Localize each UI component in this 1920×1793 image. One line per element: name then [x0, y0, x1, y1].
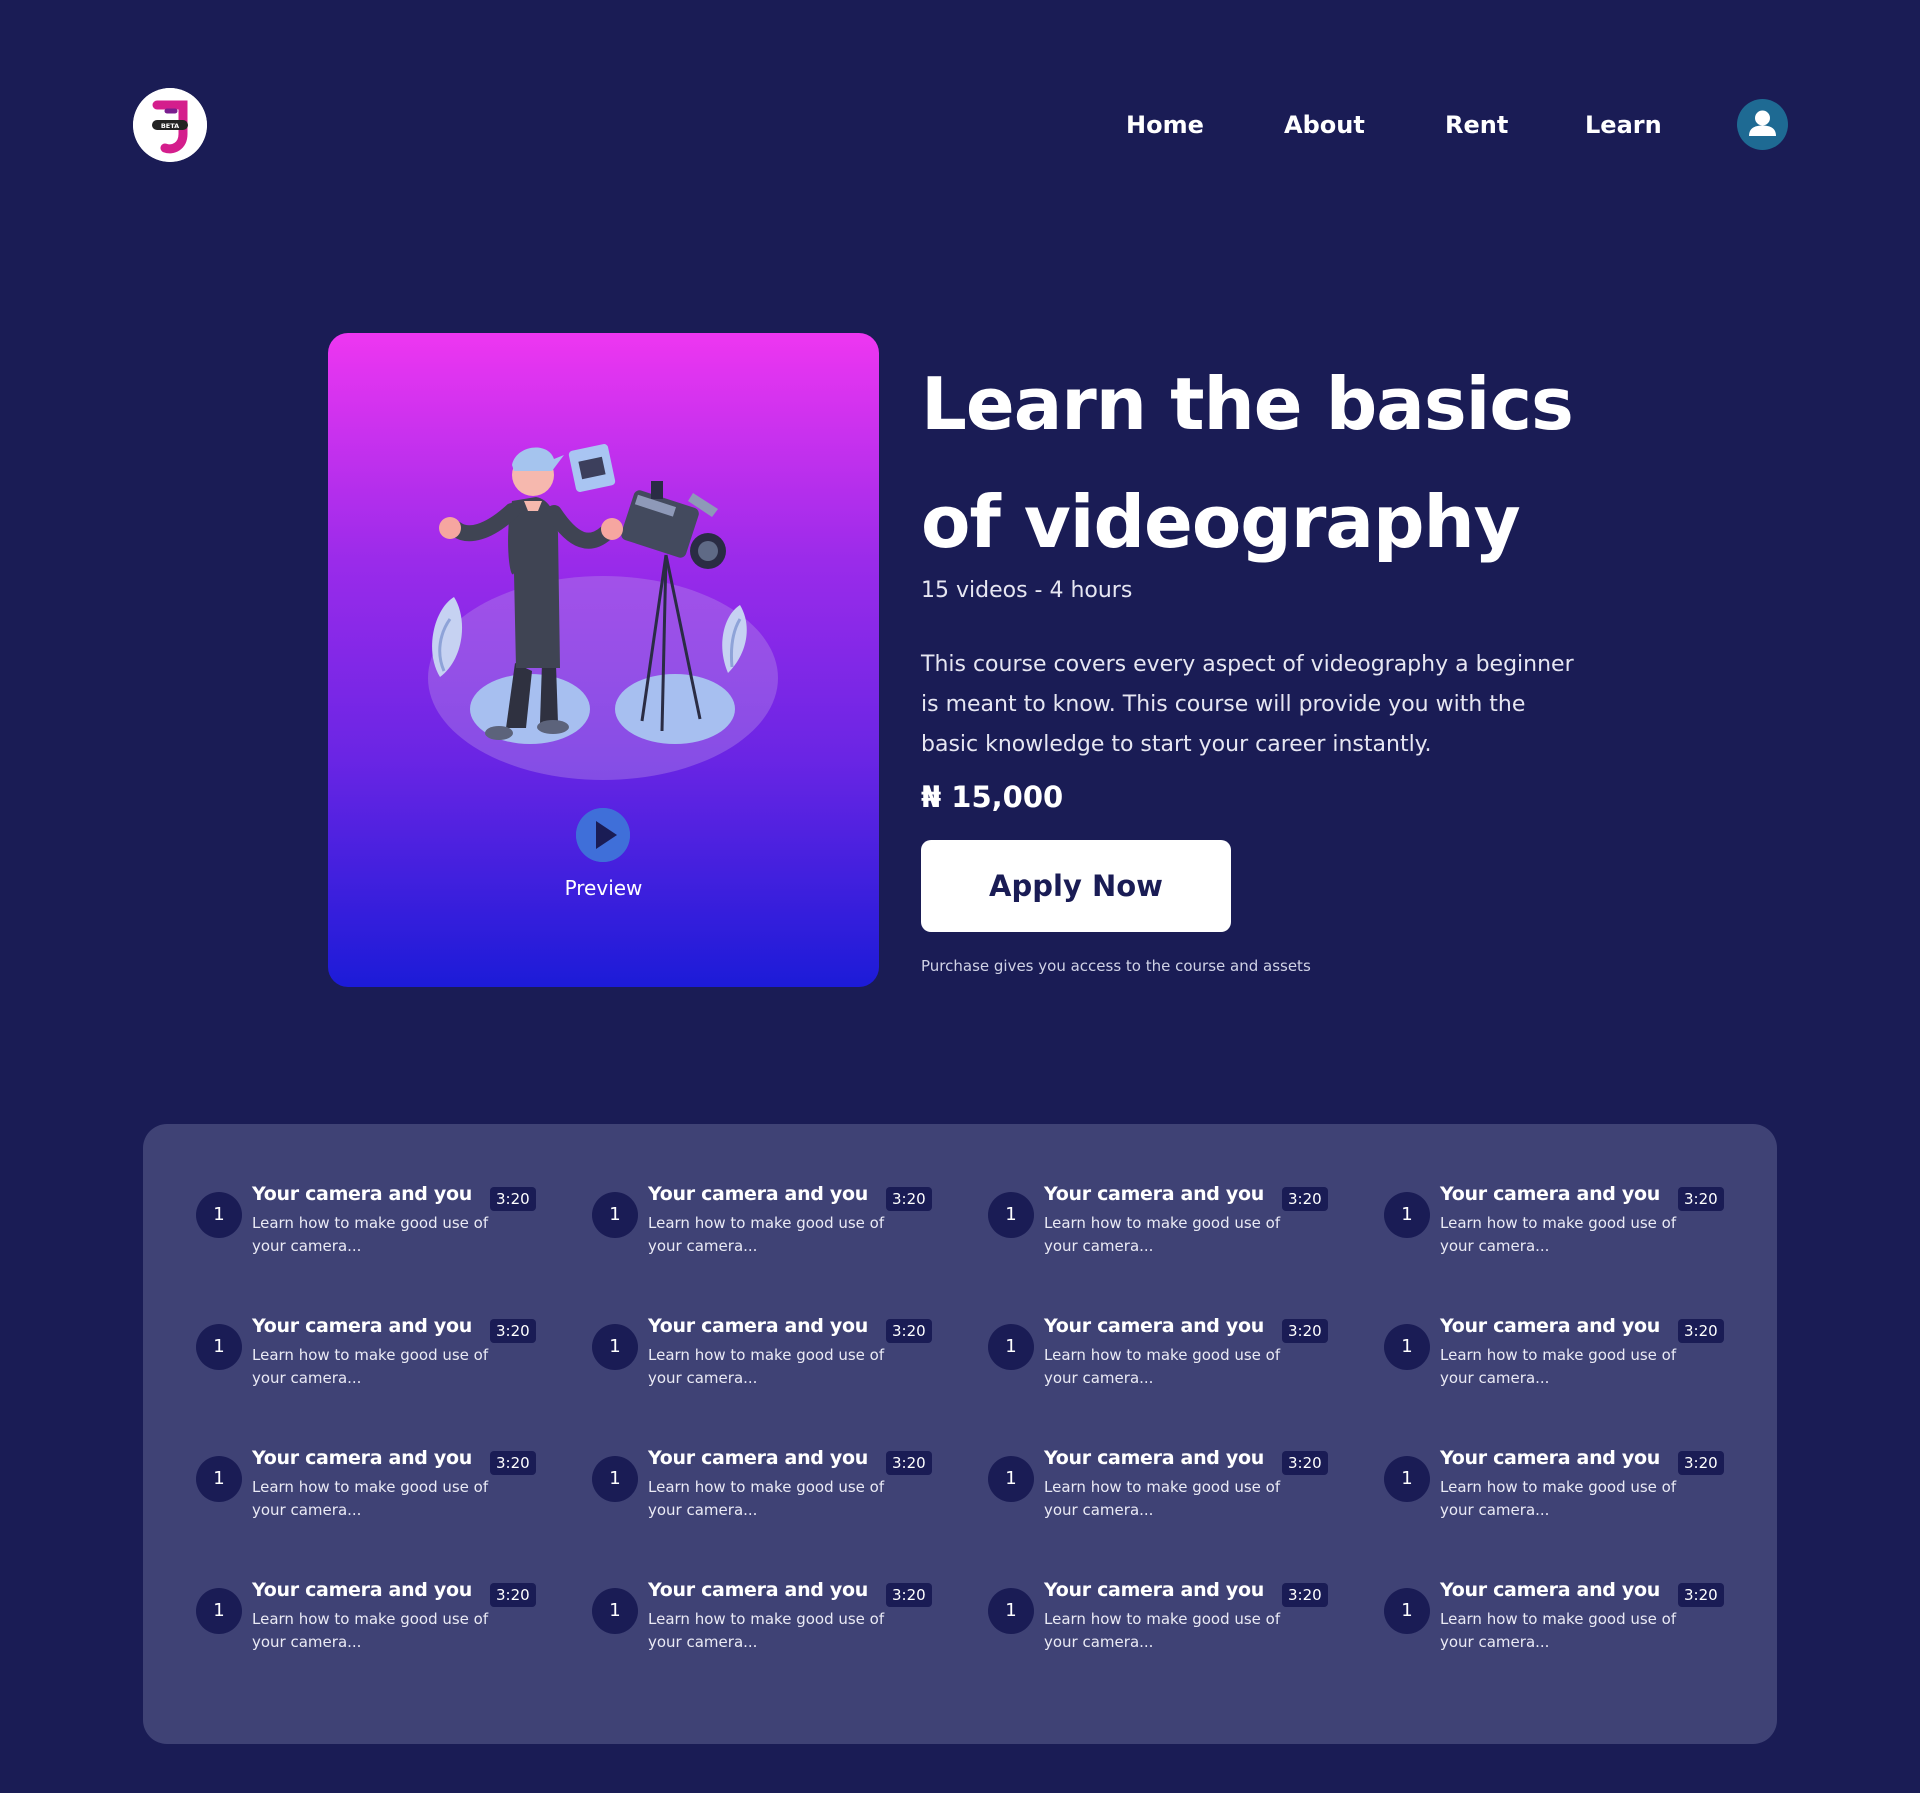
lesson-number: 1 — [988, 1588, 1034, 1634]
lesson-item[interactable]: 1 Your camera and you 3:20 Learn how to … — [988, 1315, 1384, 1454]
lesson-number: 1 — [1384, 1588, 1430, 1634]
lesson-description: Learn how to make good use of your camer… — [1044, 1610, 1281, 1651]
lesson-duration: 3:20 — [490, 1451, 536, 1475]
course-description: This course covers every aspect of video… — [921, 652, 1574, 757]
lessons-grid: 1 Your camera and you 3:20 Learn how to … — [196, 1183, 1756, 1718]
lesson-title: Your camera and you — [1044, 1447, 1264, 1469]
lesson-number: 1 — [196, 1192, 242, 1238]
lesson-duration: 3:20 — [886, 1451, 932, 1475]
lesson-duration: 3:20 — [1282, 1319, 1328, 1343]
lesson-title: Your camera and you — [1440, 1579, 1660, 1601]
lesson-item[interactable]: 1 Your camera and you 3:20 Learn how to … — [592, 1183, 988, 1322]
lesson-number: 1 — [592, 1456, 638, 1502]
lesson-title: Your camera and you — [252, 1315, 472, 1337]
lesson-duration: 3:20 — [886, 1319, 932, 1343]
lesson-description: Learn how to make good use of your camer… — [252, 1214, 489, 1255]
lesson-item[interactable]: 1 Your camera and you 3:20 Learn how to … — [592, 1315, 988, 1454]
lesson-title: Your camera and you — [648, 1315, 868, 1337]
lesson-item[interactable]: 1 Your camera and you 3:20 Learn how to … — [196, 1315, 592, 1454]
lesson-duration: 3:20 — [490, 1319, 536, 1343]
nav-link-about[interactable]: About — [1284, 111, 1365, 139]
nav-link-home[interactable]: Home — [1126, 111, 1204, 139]
lesson-description: Learn how to make good use of your camer… — [252, 1478, 489, 1519]
lesson-item[interactable]: 1 Your camera and you 3:20 Learn how to … — [592, 1579, 988, 1718]
apply-now-button[interactable]: Apply Now — [921, 840, 1231, 932]
lesson-item[interactable]: 1 Your camera and you 3:20 Learn how to … — [988, 1579, 1384, 1718]
lesson-title: Your camera and you — [648, 1579, 868, 1601]
course-title: Learn the basics of videography — [921, 362, 1574, 564]
preview-label: Preview — [564, 876, 643, 900]
main-nav: Home About Rent Learn — [0, 105, 1920, 145]
lesson-duration: 3:20 — [1678, 1451, 1724, 1475]
lesson-title: Your camera and you — [1044, 1183, 1264, 1205]
lesson-number: 1 — [988, 1192, 1034, 1238]
lesson-description: Learn how to make good use of your camer… — [1440, 1346, 1677, 1387]
lesson-title: Your camera and you — [1044, 1315, 1264, 1337]
lesson-description: Learn how to make good use of your camer… — [252, 1610, 489, 1651]
lesson-number: 1 — [196, 1324, 242, 1370]
lesson-title: Your camera and you — [648, 1183, 868, 1205]
lesson-number: 1 — [592, 1588, 638, 1634]
lesson-description: Learn how to make good use of your camer… — [1044, 1346, 1281, 1387]
lesson-duration: 3:20 — [490, 1583, 536, 1607]
lesson-title: Your camera and you — [252, 1447, 472, 1469]
lesson-duration: 3:20 — [886, 1583, 932, 1607]
lesson-item[interactable]: 1 Your camera and you 3:20 Learn how to … — [1384, 1447, 1780, 1586]
lesson-number: 1 — [592, 1324, 638, 1370]
lesson-number: 1 — [196, 1588, 242, 1634]
lesson-number: 1 — [988, 1456, 1034, 1502]
lessons-panel: 1 Your camera and you 3:20 Learn how to … — [143, 1124, 1777, 1744]
lesson-description: Learn how to make good use of your camer… — [1440, 1214, 1677, 1255]
lesson-item[interactable]: 1 Your camera and you 3:20 Learn how to … — [196, 1183, 592, 1322]
lesson-title: Your camera and you — [252, 1183, 472, 1205]
lesson-description: Learn how to make good use of your camer… — [1044, 1478, 1281, 1519]
lesson-duration: 3:20 — [1282, 1583, 1328, 1607]
lesson-title: Your camera and you — [1440, 1315, 1660, 1337]
lesson-item[interactable]: 1 Your camera and you 3:20 Learn how to … — [196, 1447, 592, 1586]
nav-link-learn[interactable]: Learn — [1585, 111, 1662, 139]
course-preview-card: Preview — [328, 333, 879, 987]
lesson-description: Learn how to make good use of your camer… — [1440, 1610, 1677, 1651]
lesson-duration: 3:20 — [886, 1187, 932, 1211]
lesson-title: Your camera and you — [1044, 1579, 1264, 1601]
lesson-item[interactable]: 1 Your camera and you 3:20 Learn how to … — [988, 1447, 1384, 1586]
lesson-duration: 3:20 — [1282, 1451, 1328, 1475]
user-icon — [1749, 110, 1776, 136]
user-avatar-button[interactable] — [1737, 99, 1788, 150]
lesson-item[interactable]: 1 Your camera and you 3:20 Learn how to … — [988, 1183, 1384, 1322]
lesson-number: 1 — [1384, 1192, 1430, 1238]
lesson-title: Your camera and you — [1440, 1183, 1660, 1205]
lesson-description: Learn how to make good use of your camer… — [252, 1346, 489, 1387]
nav-link-rent[interactable]: Rent — [1445, 111, 1508, 139]
lesson-duration: 3:20 — [1678, 1583, 1724, 1607]
lesson-description: Learn how to make good use of your camer… — [648, 1610, 885, 1651]
lesson-number: 1 — [1384, 1456, 1430, 1502]
lesson-description: Learn how to make good use of your camer… — [648, 1346, 885, 1387]
lesson-duration: 3:20 — [1282, 1187, 1328, 1211]
lesson-description: Learn how to make good use of your camer… — [648, 1478, 885, 1519]
preview-play-button[interactable] — [576, 808, 630, 862]
lesson-number: 1 — [592, 1192, 638, 1238]
lesson-description: Learn how to make good use of your camer… — [1044, 1214, 1281, 1255]
lesson-item[interactable]: 1 Your camera and you 3:20 Learn how to … — [1384, 1315, 1780, 1454]
lesson-description: Learn how to make good use of your camer… — [1440, 1478, 1677, 1519]
lesson-title: Your camera and you — [648, 1447, 868, 1469]
lesson-title: Your camera and you — [252, 1579, 472, 1601]
lesson-number: 1 — [196, 1456, 242, 1502]
lesson-item[interactable]: 1 Your camera and you 3:20 Learn how to … — [1384, 1183, 1780, 1322]
course-price: ₦ 15,000 — [921, 780, 1064, 814]
lesson-title: Your camera and you — [1440, 1447, 1660, 1469]
lesson-duration: 3:20 — [1678, 1319, 1724, 1343]
lesson-item[interactable]: 1 Your camera and you 3:20 Learn how to … — [196, 1579, 592, 1718]
lesson-item[interactable]: 1 Your camera and you 3:20 Learn how to … — [1384, 1579, 1780, 1718]
course-meta: 15 videos - 4 hours — [921, 578, 1133, 603]
lesson-duration: 3:20 — [490, 1187, 536, 1211]
play-icon — [576, 808, 630, 862]
purchase-note: Purchase gives you access to the course … — [921, 957, 1311, 975]
lesson-number: 1 — [988, 1324, 1034, 1370]
lesson-duration: 3:20 — [1678, 1187, 1724, 1211]
lesson-description: Learn how to make good use of your camer… — [648, 1214, 885, 1255]
lesson-item[interactable]: 1 Your camera and you 3:20 Learn how to … — [592, 1447, 988, 1586]
lesson-number: 1 — [1384, 1324, 1430, 1370]
